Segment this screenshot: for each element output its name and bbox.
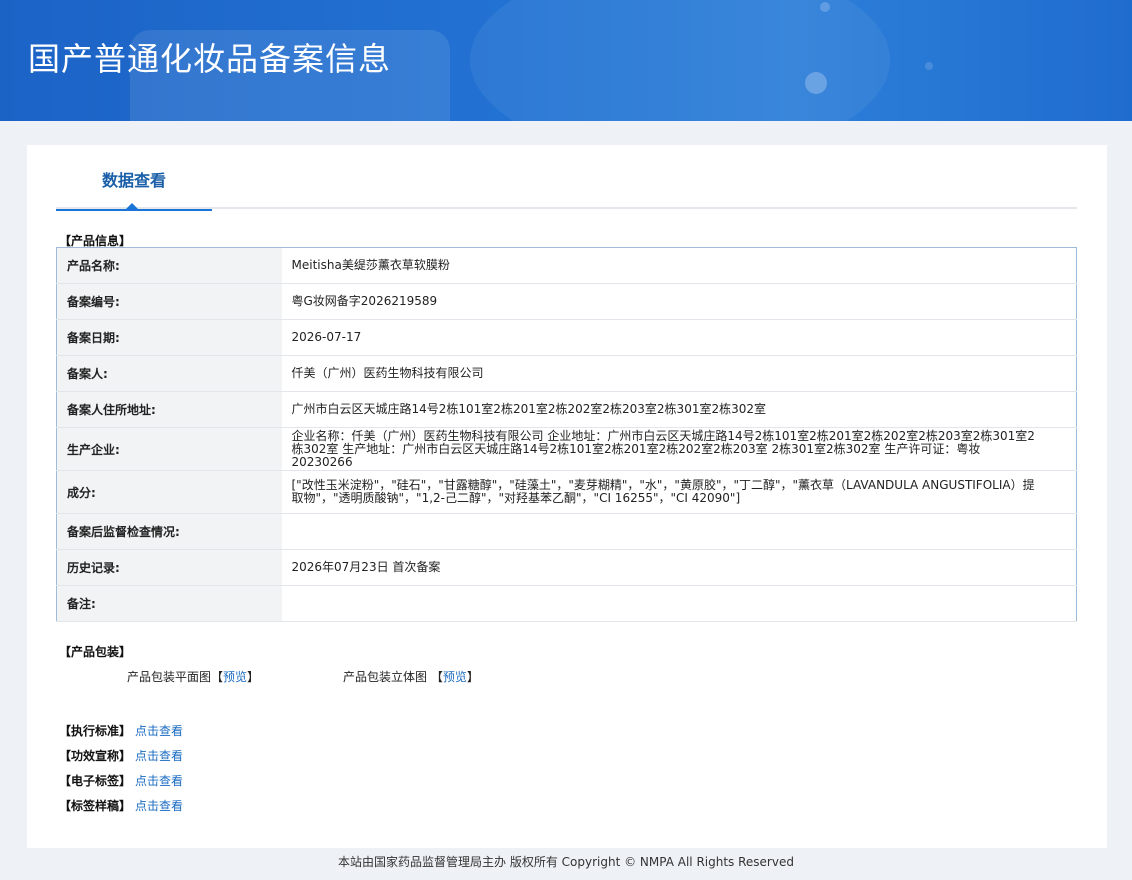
tab-active-underline [56, 209, 212, 211]
bracket: 】 [247, 670, 260, 684]
content-card: 数据查看 【产品信息】 产品名称: Meitisha美缇莎薰衣草软膜粉 备案编号… [27, 145, 1107, 848]
table-row: 备案日期: 2026-07-17 [56, 319, 1077, 356]
link-row-label-draft: 【标签样稿】 点击查看 [59, 797, 183, 814]
table-row: 备案人住所地址: 广州市白云区天城庄路14号2栋101室2栋201室2栋202室… [56, 391, 1077, 428]
row-value: 粤G妆网备字2026219589 [281, 283, 1077, 320]
view-e-label-link[interactable]: 点击查看 [135, 774, 183, 788]
table-row: 生产企业: 企业名称：仟美（广州）医药生物科技有限公司 企业地址：广州市白云区天… [56, 427, 1077, 471]
row-label: 生产企业: [56, 427, 282, 471]
row-value: 仟美（广州）医药生物科技有限公司 [281, 355, 1077, 392]
link-label: 【功效宣称】 [59, 749, 132, 763]
view-standard-link[interactable]: 点击查看 [135, 724, 183, 738]
table-row: 备案后监督检查情况: [56, 513, 1077, 550]
tab-label: 数据查看 [101, 171, 166, 190]
row-value: 2026年07月23日 首次备案 [281, 549, 1077, 586]
bracket: 【 [211, 670, 224, 684]
packaging-title: 【产品包装】 [59, 645, 132, 659]
bracket: 【 [430, 670, 443, 684]
packaging-stereo: 产品包装立体图 【预览】 [343, 668, 479, 685]
banner-decoration [470, 0, 890, 121]
table-row: 成分: ["改性玉米淀粉"，"硅石"，"甘露糖醇"，"硅藻土"，"麦芽糊精"，"… [56, 470, 1077, 514]
table-row: 备案人: 仟美（广州）医药生物科技有限公司 [56, 355, 1077, 392]
link-row-e-label: 【电子标签】 点击查看 [59, 772, 183, 789]
link-row-efficacy: 【功效宣称】 点击查看 [59, 747, 183, 764]
link-row-standard: 【执行标准】 点击查看 [59, 722, 183, 739]
row-value [281, 513, 1077, 550]
table-row: 历史记录: 2026年07月23日 首次备案 [56, 549, 1077, 586]
row-label: 产品名称: [56, 247, 282, 284]
product-info-table: 产品名称: Meitisha美缇莎薰衣草软膜粉 备案编号: 粤G妆网备字2026… [56, 247, 1077, 622]
banner-decoration [820, 2, 830, 12]
tab-caret-icon [126, 203, 138, 209]
row-label: 备案人: [56, 355, 282, 392]
link-label: 【执行标准】 [59, 724, 132, 738]
table-row: 产品名称: Meitisha美缇莎薰衣草软膜粉 [56, 247, 1077, 284]
row-value: ["改性玉米淀粉"，"硅石"，"甘露糖醇"，"硅藻土"，"麦芽糊精"，"水"，"… [281, 470, 1077, 514]
row-label: 成分: [56, 470, 282, 514]
link-label: 【标签样稿】 [59, 799, 132, 813]
row-label: 备注: [56, 585, 282, 622]
link-label: 【电子标签】 [59, 774, 132, 788]
view-efficacy-link[interactable]: 点击查看 [135, 749, 183, 763]
packaging-flat-label: 产品包装平面图 [127, 670, 212, 684]
row-value: 广州市白云区天城庄路14号2栋101室2栋201室2栋202室2栋203室2栋3… [281, 391, 1077, 428]
row-label: 备案日期: [56, 319, 282, 356]
preview-stereo-link[interactable]: 预览 [443, 670, 467, 684]
table-row: 备注: [56, 585, 1077, 622]
row-label: 备案后监督检查情况: [56, 513, 282, 550]
row-label: 备案人住所地址: [56, 391, 282, 428]
view-label-draft-link[interactable]: 点击查看 [135, 799, 183, 813]
page-title: 国产普通化妆品备案信息 [28, 40, 392, 78]
preview-flat-link[interactable]: 预览 [223, 670, 247, 684]
row-value: 企业名称：仟美（广州）医药生物科技有限公司 企业地址：广州市白云区天城庄路14号… [281, 427, 1077, 471]
tab-bar: 数据查看 [56, 169, 1077, 211]
row-label: 历史记录: [56, 549, 282, 586]
row-value [281, 585, 1077, 622]
banner-decoration [925, 62, 933, 70]
row-value: 2026-07-17 [281, 319, 1077, 356]
banner-decoration [805, 72, 827, 94]
packaging-flat: 产品包装平面图【预览】 [127, 668, 259, 685]
row-label: 备案编号: [56, 283, 282, 320]
table-row: 备案编号: 粤G妆网备字2026219589 [56, 283, 1077, 320]
footer-copyright: 本站由国家药品监督管理局主办 版权所有 Copyright © NMPA All… [338, 855, 794, 869]
row-value: Meitisha美缇莎薰衣草软膜粉 [281, 247, 1077, 284]
header-banner: 国产普通化妆品备案信息 [0, 0, 1132, 121]
bracket: 】 [466, 670, 479, 684]
packaging-stereo-label: 产品包装立体图 [343, 670, 428, 684]
tab-data-view[interactable]: 数据查看 [56, 169, 212, 211]
